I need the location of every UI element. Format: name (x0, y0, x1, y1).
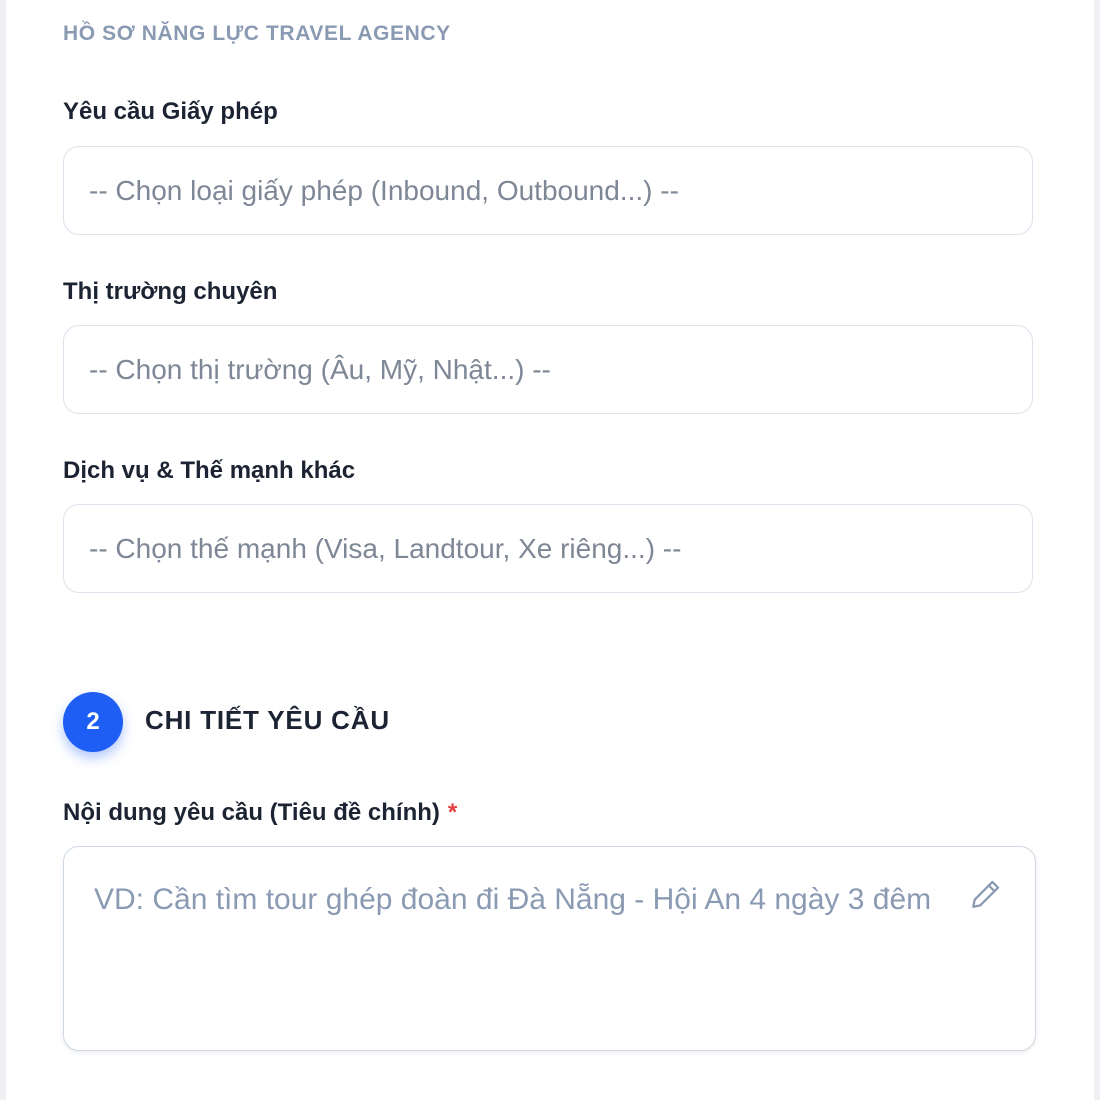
request-content-placeholder: VD: Cần tìm tour ghép đoàn đi Đà Nẵng - … (94, 883, 932, 916)
strengths-label: Dịch vụ & Thế mạnh khác (63, 457, 356, 484)
section-heading-profile: HỒ SƠ NĂNG LỰC TRAVEL AGENCY (63, 22, 451, 45)
form-card: HỒ SƠ NĂNG LỰC TRAVEL AGENCY Yêu cầu Giấ… (6, 0, 1094, 1100)
strengths-select-placeholder: -- Chọn thế mạnh (Visa, Landtour, Xe riê… (89, 532, 682, 564)
market-select[interactable]: -- Chọn thị trường (Âu, Mỹ, Nhật...) -- (63, 325, 1033, 414)
required-asterisk: * (447, 799, 458, 826)
request-content-label: Nội dung yêu cầu (Tiêu đề chính) * (63, 799, 457, 827)
section-heading-request: CHI TIẾT YÊU CẦU (145, 705, 390, 735)
market-select-placeholder: -- Chọn thị trường (Âu, Mỹ, Nhật...) -- (89, 353, 551, 385)
license-select[interactable]: -- Chọn loại giấy phép (Inbound, Outboun… (63, 146, 1033, 235)
request-content-label-text: Nội dung yêu cầu (Tiêu đề chính) (63, 799, 440, 826)
pencil-icon (972, 880, 1000, 908)
strengths-select[interactable]: -- Chọn thế mạnh (Visa, Landtour, Xe riê… (63, 504, 1033, 593)
market-label: Thị trường chuyên (63, 278, 278, 305)
step-number-badge: 2 (63, 692, 123, 752)
request-content-textarea[interactable]: VD: Cần tìm tour ghép đoàn đi Đà Nẵng - … (63, 846, 1036, 1051)
license-label: Yêu cầu Giấy phép (63, 98, 278, 125)
license-select-placeholder: -- Chọn loại giấy phép (Inbound, Outboun… (89, 174, 679, 206)
